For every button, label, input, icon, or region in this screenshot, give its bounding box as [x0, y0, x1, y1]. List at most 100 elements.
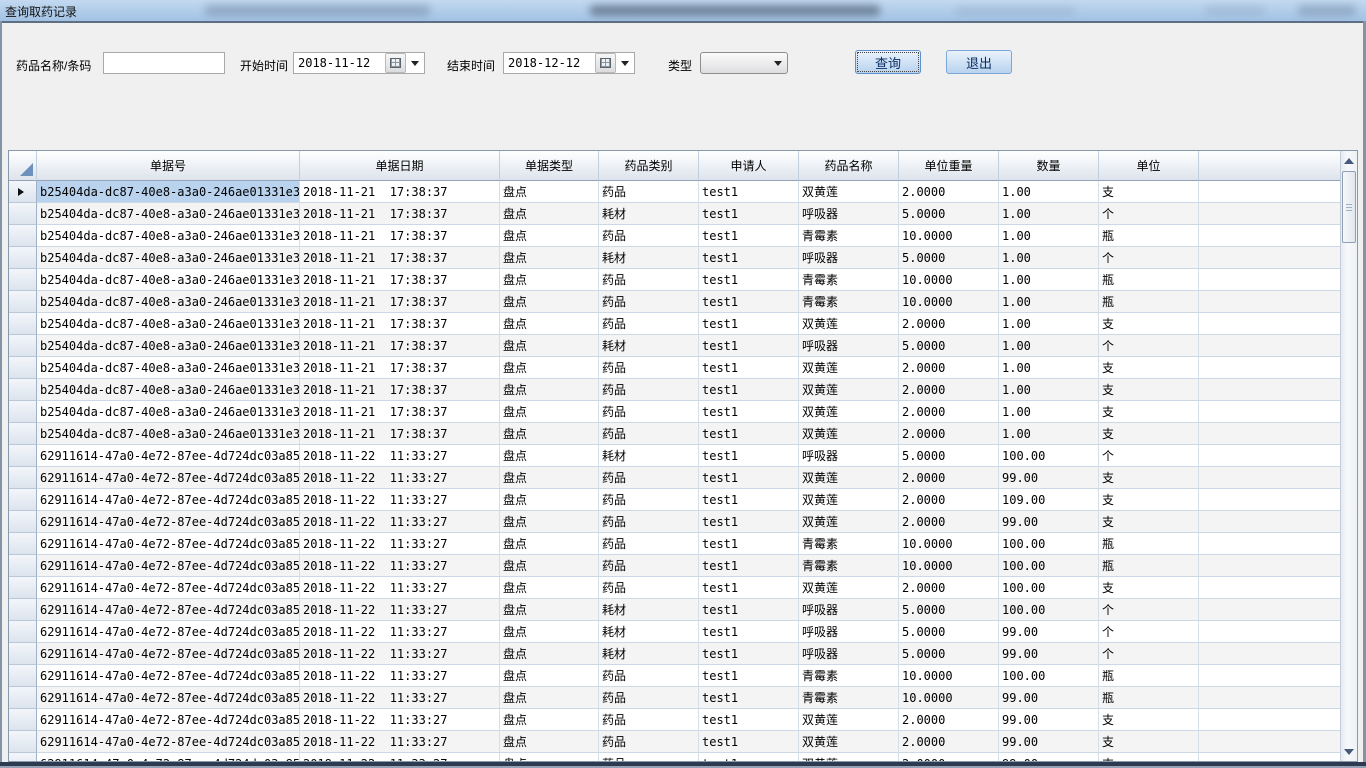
grid-cell[interactable]: 耗材 — [599, 621, 699, 643]
grid-cell[interactable]: test1 — [699, 181, 799, 203]
grid-cell[interactable]: 药品 — [599, 225, 699, 247]
grid-cell[interactable]: 10.0000 — [899, 225, 999, 247]
grid-cell[interactable]: 瓶 — [1099, 533, 1199, 555]
grid-cell[interactable]: 青霉素 — [799, 291, 899, 313]
grid-cell[interactable]: 盘点 — [500, 269, 599, 291]
row-header[interactable] — [9, 423, 37, 445]
grid-cell[interactable]: 99.00 — [999, 467, 1099, 489]
grid-cell[interactable]: 青霉素 — [799, 533, 899, 555]
row-header[interactable] — [9, 555, 37, 577]
grid-cell[interactable]: 盘点 — [500, 665, 599, 687]
grid-cell[interactable]: 瓶 — [1099, 665, 1199, 687]
grid-cell[interactable]: 双黄莲 — [799, 489, 899, 511]
grid-cell[interactable]: 青霉素 — [799, 665, 899, 687]
grid-cell[interactable]: 呼吸器 — [799, 643, 899, 665]
grid-cell[interactable]: test1 — [699, 379, 799, 401]
row-header[interactable] — [9, 621, 37, 643]
scroll-down-button[interactable] — [1341, 743, 1357, 760]
grid-cell[interactable]: 呼吸器 — [799, 445, 899, 467]
grid-cell[interactable]: 5.0000 — [899, 599, 999, 621]
grid-cell[interactable]: 支 — [1099, 379, 1199, 401]
grid-cell[interactable]: 盘点 — [500, 489, 599, 511]
grid-cell[interactable]: 青霉素 — [799, 687, 899, 709]
row-header[interactable] — [9, 313, 37, 335]
grid-cell[interactable]: 10.0000 — [899, 687, 999, 709]
grid-cell[interactable]: 99.00 — [999, 511, 1099, 533]
column-header[interactable]: 药品类别 — [599, 151, 699, 181]
grid-cell[interactable]: 10.0000 — [899, 665, 999, 687]
grid-cell[interactable]: b25404da-dc87-40e8-a3a0-246ae01331e3 — [37, 357, 300, 379]
grid-cell[interactable]: test1 — [699, 313, 799, 335]
grid-cell[interactable]: 99.00 — [999, 731, 1099, 753]
calendar-icon[interactable] — [595, 53, 616, 73]
grid-cell[interactable]: 1.00 — [999, 181, 1099, 203]
grid-cell[interactable]: b25404da-dc87-40e8-a3a0-246ae01331e3 — [37, 203, 300, 225]
grid-cell[interactable]: 耗材 — [599, 599, 699, 621]
grid-cell[interactable]: 盘点 — [500, 247, 599, 269]
grid-cell[interactable]: 支 — [1099, 401, 1199, 423]
grid-cell[interactable]: 盘点 — [500, 291, 599, 313]
grid-cell[interactable]: 1.00 — [999, 313, 1099, 335]
grid-cell[interactable]: test1 — [699, 247, 799, 269]
grid-cell[interactable]: 2018-11-22 11:33:27 — [300, 731, 500, 753]
grid-cell[interactable]: 2.0000 — [899, 423, 999, 445]
grid-cell[interactable]: 2018-11-21 17:38:37 — [300, 203, 500, 225]
grid-cell[interactable]: 62911614-47a0-4e72-87ee-4d724dc03a85 — [37, 489, 300, 511]
grid-cell[interactable]: b25404da-dc87-40e8-a3a0-246ae01331e3 — [37, 401, 300, 423]
grid-cell[interactable]: 99.00 — [999, 687, 1099, 709]
grid-cell[interactable]: 2.0000 — [899, 357, 999, 379]
grid-cell[interactable]: 药品 — [599, 379, 699, 401]
grid-cell[interactable]: 5.0000 — [899, 247, 999, 269]
row-header[interactable] — [9, 511, 37, 533]
grid-cell[interactable]: 支 — [1099, 467, 1199, 489]
grid-cell[interactable]: 耗材 — [599, 445, 699, 467]
grid-cell[interactable]: 瓶 — [1099, 555, 1199, 577]
start-date-picker[interactable]: 2018-11-12 — [293, 52, 425, 74]
grid-cell[interactable]: 10.0000 — [899, 269, 999, 291]
grid-cell[interactable]: 2.0000 — [899, 577, 999, 599]
grid-cell[interactable]: 药品 — [599, 731, 699, 753]
grid-cell[interactable]: 双黄莲 — [799, 577, 899, 599]
grid-cell[interactable]: 100.00 — [999, 577, 1099, 599]
column-header[interactable]: 单位 — [1099, 151, 1199, 181]
grid-cell[interactable]: 药品 — [599, 533, 699, 555]
end-date-picker[interactable]: 2018-12-12 — [503, 52, 635, 74]
scroll-up-button[interactable] — [1341, 152, 1357, 169]
grid-cell[interactable]: 10.0000 — [899, 555, 999, 577]
row-header[interactable] — [9, 269, 37, 291]
grid-cell[interactable]: 100.00 — [999, 555, 1099, 577]
grid-cell[interactable]: 个 — [1099, 335, 1199, 357]
type-dropdown[interactable] — [700, 52, 788, 74]
grid-cell[interactable]: b25404da-dc87-40e8-a3a0-246ae01331e3 — [37, 269, 300, 291]
row-header[interactable] — [9, 489, 37, 511]
grid-cell[interactable]: 盘点 — [500, 401, 599, 423]
grid-cell[interactable]: 2018-11-22 11:33:27 — [300, 489, 500, 511]
grid-cell[interactable]: 药品 — [599, 291, 699, 313]
grid-cell[interactable]: 盘点 — [500, 379, 599, 401]
grid-cell[interactable]: 2018-11-21 17:38:37 — [300, 401, 500, 423]
grid-cell[interactable]: 盘点 — [500, 753, 599, 761]
grid-cell[interactable]: 盘点 — [500, 445, 599, 467]
grid-cell[interactable]: 药品 — [599, 489, 699, 511]
row-header[interactable] — [9, 753, 37, 761]
grid-cell[interactable]: 药品 — [599, 423, 699, 445]
grid-cell[interactable]: 10.0000 — [899, 291, 999, 313]
grid-cell[interactable]: 1.00 — [999, 225, 1099, 247]
row-header[interactable] — [9, 599, 37, 621]
grid-cell[interactable]: 药品 — [599, 313, 699, 335]
chevron-down-icon[interactable] — [411, 61, 419, 66]
grid-cell[interactable]: 62911614-47a0-4e72-87ee-4d724dc03a85 — [37, 533, 300, 555]
grid-cell[interactable]: 62911614-47a0-4e72-87ee-4d724dc03a85 — [37, 709, 300, 731]
grid-cell[interactable]: 100.00 — [999, 533, 1099, 555]
grid-cell[interactable]: 2018-11-22 11:33:27 — [300, 643, 500, 665]
grid-cell[interactable]: 2018-11-22 11:33:27 — [300, 599, 500, 621]
grid-cell[interactable]: test1 — [699, 269, 799, 291]
grid-cell[interactable]: 2018-11-21 17:38:37 — [300, 335, 500, 357]
row-header[interactable] — [9, 357, 37, 379]
grid-cell[interactable]: 2.0000 — [899, 489, 999, 511]
grid-cell[interactable]: 个 — [1099, 247, 1199, 269]
row-header[interactable] — [9, 291, 37, 313]
grid-cell[interactable]: 100.00 — [999, 445, 1099, 467]
grid-cell[interactable]: 2018-11-22 11:33:27 — [300, 533, 500, 555]
grid-cell[interactable]: 2018-11-21 17:38:37 — [300, 379, 500, 401]
